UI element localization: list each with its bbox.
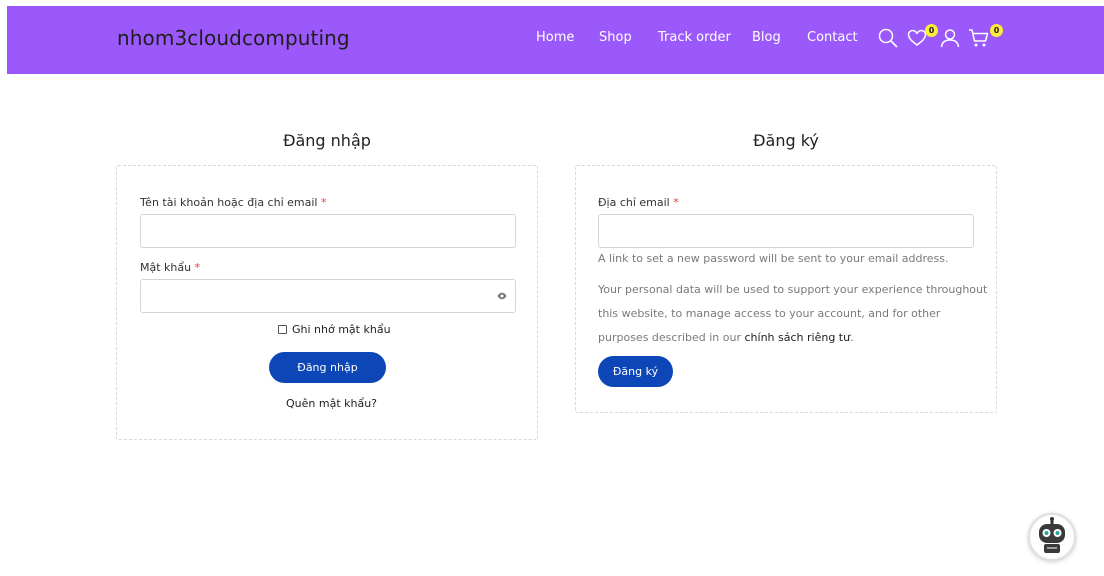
login-title: Đăng nhập [283,131,371,150]
password-label: Mật khẩu * [140,261,200,274]
site-header: nhom3cloudcomputing Home Shop Track orde… [7,6,1104,74]
remember-label: Ghi nhớ mật khẩu [292,323,391,336]
cart-button[interactable]: 0 [968,24,1003,54]
register-form: Địa chỉ email * A link to set a new pass… [575,165,997,413]
chat-widget-button[interactable] [1028,513,1076,561]
site-title[interactable]: nhom3cloudcomputing [117,26,350,50]
user-icon[interactable] [940,24,966,54]
required-mark: * [673,196,679,209]
remember-checkbox[interactable] [278,325,287,334]
robot-chat-icon [1039,517,1065,553]
wishlist-count-badge: 0 [925,24,938,37]
password-input[interactable] [140,279,516,313]
password-note: A link to set a new password will be sen… [598,252,949,265]
login-button[interactable]: Đăng nhập [269,352,386,383]
forgot-password-link[interactable]: Quên mật khẩu? [286,397,377,410]
username-input[interactable] [140,214,516,248]
password-label-text: Mật khẩu [140,261,192,274]
required-mark: * [320,196,327,209]
required-mark: * [194,261,201,274]
username-label-text: Tên tài khoản hoặc địa chỉ email [140,196,318,209]
register-title: Đăng ký [753,131,819,150]
eye-icon[interactable] [497,292,507,300]
search-icon[interactable] [878,24,904,54]
nav-shop[interactable]: Shop [599,30,632,45]
cart-icon [969,29,989,47]
nav-blog[interactable]: Blog [752,30,781,45]
privacy-policy-link[interactable]: chính sách riêng tư [745,331,851,344]
nav-track-order[interactable]: Track order [658,30,731,45]
email-label: Địa chỉ email * [598,196,679,209]
privacy-line-1: Your personal data will be used to suppo… [598,283,988,296]
cart-count-badge: 0 [990,24,1003,37]
nav-contact[interactable]: Contact [807,30,858,45]
nav-home[interactable]: Home [536,30,574,45]
username-label: Tên tài khoản hoặc địa chỉ email * [140,196,326,209]
privacy-line-3: purposes described in our chính sách riê… [598,326,987,350]
privacy-text: Your personal data will be used to suppo… [598,278,987,350]
heart-icon [907,29,927,46]
register-email-input[interactable] [598,214,974,248]
remember-me[interactable]: Ghi nhớ mật khẩu [278,323,391,336]
register-button[interactable]: Đăng ký [598,356,673,387]
email-label-text: Địa chỉ email [598,196,670,209]
login-form: Tên tài khoản hoặc địa chỉ email * Mật k… [116,165,538,440]
privacy-line-2: this website, to manage access to your a… [598,307,941,320]
privacy-line-3-text: purposes described in our [598,331,741,344]
privacy-end: . [850,331,854,344]
wishlist-button[interactable]: 0 [907,24,938,54]
